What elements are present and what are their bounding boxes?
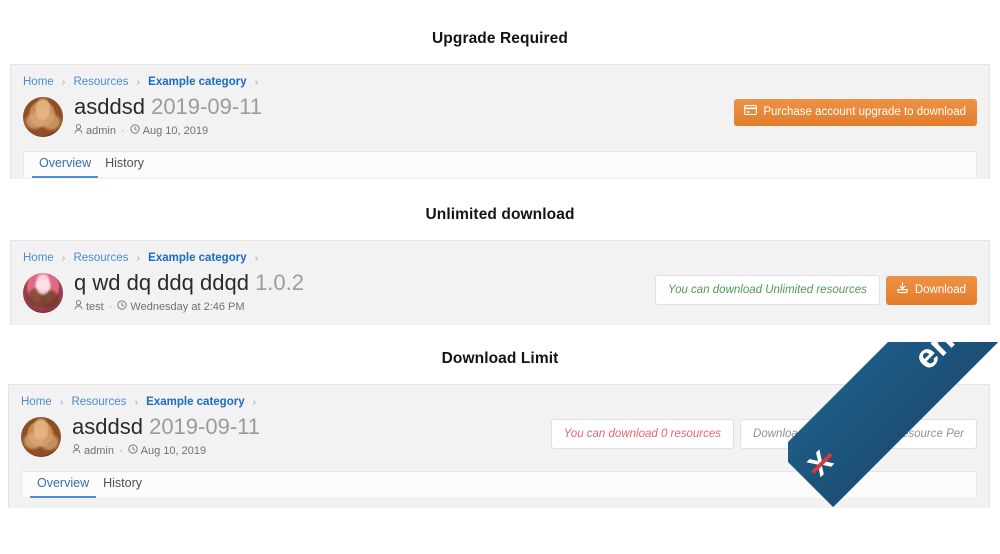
breadcrumb-separator-icon: ›	[254, 253, 259, 264]
resource-actions: You can download Unlimited resources Dow…	[655, 269, 977, 305]
breadcrumb-item-category[interactable]: Example category	[148, 76, 246, 88]
screenshot-page: Upgrade Required Home › Resources › Exam…	[0, 0, 1000, 554]
breadcrumb-item-resources[interactable]: Resources	[73, 252, 128, 264]
section-download-limit: Download Limit Home › Resources › Exampl…	[0, 325, 1000, 508]
resource-author[interactable]: admin	[86, 124, 116, 139]
resource-date: Aug 10, 2019	[142, 125, 209, 137]
user-icon	[74, 124, 83, 139]
resource-header-main: q wd dq ddq ddqd 1.0.2 test · Wednesday …	[63, 269, 655, 315]
tab-history[interactable]: History	[96, 472, 149, 498]
purchase-upgrade-label: Purchase account upgrade to download	[763, 106, 966, 118]
resource-title: q wd dq ddq ddqd 1.0.2	[74, 269, 655, 297]
section-heading: Upgrade Required	[432, 30, 568, 47]
breadcrumb-separator-icon: ›	[59, 397, 64, 408]
breadcrumb-item-resources[interactable]: Resources	[73, 76, 128, 88]
section-heading: Download Limit	[441, 350, 559, 367]
clock-icon	[130, 124, 140, 139]
section-heading: Unlimited download	[425, 206, 575, 223]
resource-version: 2019-09-11	[149, 414, 260, 439]
breadcrumb-item-home[interactable]: Home	[23, 252, 54, 264]
resource-title-text: asddsd	[74, 94, 145, 119]
resource-version: 1.0.2	[255, 270, 304, 295]
breadcrumb: Home › Resources › Example category ›	[21, 395, 977, 410]
clock-icon	[128, 444, 138, 459]
resource-panel: Home › Resources › Example category › as…	[10, 64, 990, 179]
resource-title-text: asddsd	[72, 414, 143, 439]
clock-icon	[117, 300, 128, 315]
resource-panel: Home › Resources › Example category › as…	[8, 384, 990, 508]
tab-overview[interactable]: Overview	[30, 472, 97, 498]
download-limit-exceeded-button[interactable]: Download limit exceeded 2 Resource Per	[740, 419, 977, 449]
breadcrumb-separator-icon: ›	[136, 253, 140, 264]
resource-version: 2019-09-11	[151, 94, 262, 119]
credit-card-icon	[744, 104, 758, 119]
resource-tabs: Overview History	[21, 471, 977, 498]
resource-author[interactable]: admin	[84, 444, 114, 459]
resource-tabs: Overview History	[23, 151, 977, 178]
avatar[interactable]	[21, 417, 61, 457]
section-unlimited-download: Unlimited download Home › Resources › Ex…	[0, 179, 1000, 325]
breadcrumb-separator-icon: ›	[134, 397, 138, 408]
breadcrumb-separator-icon: ›	[136, 77, 140, 88]
resource-title-text: q wd dq ddq ddqd	[74, 270, 249, 295]
resource-date: Aug 10, 2019	[140, 445, 207, 457]
download-button-label: Download	[914, 283, 966, 296]
resource-panel: Home › Resources › Example category › q …	[10, 240, 990, 325]
resource-actions: Purchase account upgrade to download	[734, 93, 977, 126]
purchase-upgrade-button[interactable]: Purchase account upgrade to download	[734, 99, 977, 126]
download-allowance-notice: You can download Unlimited resources	[655, 275, 880, 305]
meta-separator: ·	[108, 301, 113, 313]
resource-header-main: asddsd 2019-09-11 admin · Aug 10, 2019	[63, 93, 734, 139]
resource-author[interactable]: test	[86, 300, 104, 315]
download-button[interactable]: Download	[885, 275, 977, 305]
resource-meta: test · Wednesday at 2:46 PM	[74, 300, 655, 315]
user-icon	[72, 444, 81, 459]
breadcrumb-item-category[interactable]: Example category	[146, 396, 244, 408]
download-allowance-notice: You can download 0 resources	[550, 419, 735, 449]
meta-separator: ·	[118, 445, 123, 457]
resource-title: asddsd 2019-09-11	[72, 413, 551, 441]
breadcrumb-separator-icon: ›	[61, 253, 66, 264]
breadcrumb-separator-icon: ›	[61, 77, 66, 88]
resource-actions: You can download 0 resources Download li…	[550, 413, 977, 449]
resource-header-row: q wd dq ddq ddqd 1.0.2 test · Wednesday …	[23, 269, 977, 315]
breadcrumb-separator-icon: ›	[252, 397, 257, 408]
tab-history[interactable]: History	[98, 152, 151, 178]
avatar[interactable]	[23, 97, 63, 137]
resource-meta: admin · Aug 10, 2019	[72, 444, 551, 459]
download-icon	[896, 281, 909, 298]
avatar[interactable]	[23, 273, 63, 313]
breadcrumb-item-resources[interactable]: Resources	[71, 396, 126, 408]
resource-header-row: asddsd 2019-09-11 admin · Aug 10, 2019	[23, 93, 977, 139]
breadcrumb: Home › Resources › Example category ›	[23, 75, 977, 90]
resource-header-row: asddsd 2019-09-11 admin · Aug 10, 2019	[21, 413, 977, 459]
resource-header-main: asddsd 2019-09-11 admin · Aug 10, 2019	[61, 413, 551, 459]
breadcrumb-item-home[interactable]: Home	[21, 396, 52, 408]
user-icon	[74, 300, 83, 315]
breadcrumb-item-home[interactable]: Home	[23, 76, 54, 88]
tab-overview[interactable]: Overview	[32, 152, 99, 178]
resource-meta: admin · Aug 10, 2019	[74, 124, 734, 139]
breadcrumb: Home › Resources › Example category ›	[23, 251, 977, 266]
section-upgrade-required: Upgrade Required Home › Resources › Exam…	[0, 0, 1000, 179]
resource-date: Wednesday at 2:46 PM	[130, 301, 245, 313]
breadcrumb-separator-icon: ›	[254, 77, 259, 88]
meta-separator: ·	[120, 125, 125, 137]
resource-title: asddsd 2019-09-11	[74, 93, 734, 121]
breadcrumb-item-category[interactable]: Example category	[148, 252, 246, 264]
